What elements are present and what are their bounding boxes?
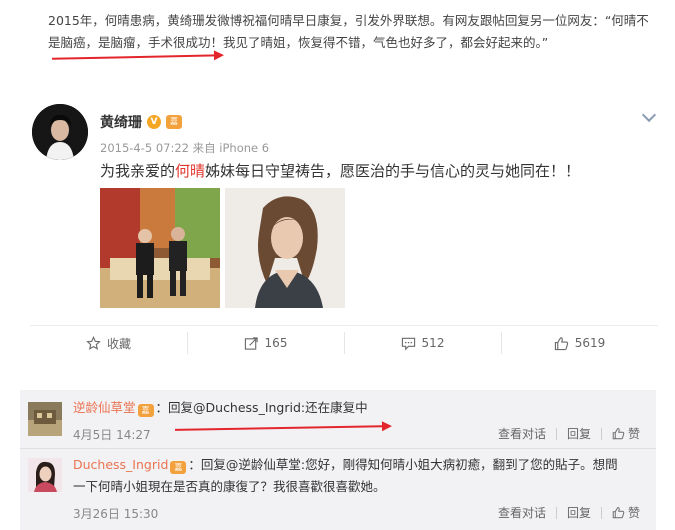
post-photo-2[interactable] <box>225 188 345 308</box>
photo-1-image <box>100 188 220 308</box>
collect-button[interactable]: 收藏 <box>30 326 187 360</box>
annotation-arrow-top <box>51 54 223 60</box>
comments-section: 逆龄仙草堂嘉：回复@Duchess_Ingrid:还在康复中 4月5日 14:2… <box>20 390 656 530</box>
comment-text: Duchess_Ingrid 嘉：回复@逆龄仙草堂:您好，剛得知何晴小姐大病初癒，… <box>73 454 643 498</box>
comment-count: 512 <box>421 336 445 350</box>
star-icon <box>86 335 101 350</box>
comment-actions: 查看对话 回复 赞 <box>498 425 640 442</box>
avatar[interactable] <box>32 104 88 160</box>
comment-avatar-image <box>28 402 62 436</box>
comment-time: 3月26日 15:30 <box>73 507 159 521</box>
medal-icon[interactable]: 嘉 <box>137 404 154 417</box>
thumbs-up-icon <box>554 336 568 350</box>
comment-avatar[interactable] <box>28 458 62 492</box>
post-content-after: 姊妹每日守望祷告，愿医治的手与信心的灵与她同在！！ <box>205 162 581 180</box>
comment-like-button[interactable]: 赞 <box>612 504 640 521</box>
divider <box>555 427 557 440</box>
verified-icon: V <box>147 115 161 129</box>
comment-avatar-image <box>28 458 62 492</box>
repost-button[interactable]: 165 <box>187 326 344 360</box>
comment-like-label: 赞 <box>627 506 640 520</box>
post-meta: 2015-4-5 07:22 来自 iPhone 6 <box>100 141 270 155</box>
comment-text: 逆龄仙草堂嘉：回复@Duchess_Ingrid:还在康复中 <box>73 397 643 419</box>
reply-link[interactable]: 回复 <box>567 504 591 521</box>
divider <box>600 427 602 440</box>
like-count: 5619 <box>574 336 606 350</box>
divider <box>20 448 656 449</box>
comment-actions: 查看对话 回复 赞 <box>498 504 640 521</box>
thumbs-up-icon <box>612 428 625 440</box>
article-text: 2015年，何晴患病，黄绮珊发微博祝福何晴早日康复，引发外界联想。有网友跟帖回复… <box>48 10 668 54</box>
medal-icon[interactable]: 嘉 <box>166 115 182 129</box>
post-author-row: 黄绮珊 V 嘉 <box>100 112 182 132</box>
comment-like-button[interactable]: 赞 <box>612 425 640 442</box>
like-button[interactable]: 5619 <box>501 326 658 360</box>
divider <box>555 506 557 519</box>
post-content-highlight[interactable]: 何晴 <box>175 162 205 180</box>
post-content-before: 为我亲爱的 <box>100 162 176 180</box>
article-line-1: 2015年，何晴患病，黄绮珊发微博祝福何晴早日康复，引发外界联想。有网友跟帖回复… <box>48 13 649 28</box>
post-username[interactable]: 黄绮珊 <box>100 112 142 132</box>
divider <box>600 506 602 519</box>
comment-avatar[interactable] <box>28 402 62 436</box>
post-action-bar: 收藏 165 512 5619 <box>30 325 658 360</box>
comment-button[interactable]: 512 <box>344 326 501 360</box>
chevron-down-icon[interactable] <box>641 107 657 123</box>
repost-icon <box>244 336 258 350</box>
post-photo-1[interactable] <box>100 188 220 308</box>
thumbs-up-icon <box>612 507 625 519</box>
reply-link[interactable]: 回复 <box>567 425 591 442</box>
post-content: 为我亲爱的何晴姊妹每日守望祷告，愿医治的手与信心的灵与她同在！！ <box>100 160 580 181</box>
comment-body: ：回复@逆龄仙草堂:您好，剛得知何晴小姐大病初癒，翻到了您的貼子。想問 <box>188 457 618 472</box>
medal-icon[interactable]: 嘉 <box>170 461 187 474</box>
photo-2-image <box>225 188 345 308</box>
repost-count: 165 <box>264 336 288 350</box>
view-conversation-link[interactable]: 查看对话 <box>498 504 546 521</box>
comment-like-label: 赞 <box>627 427 640 441</box>
view-conversation-link[interactable]: 查看对话 <box>498 425 546 442</box>
article-line-2: 是脑癌，是脑瘤，手术很成功！我见了晴姐，恢复得不错，气色也好多了，都会好起来的。… <box>48 35 549 50</box>
collect-label: 收藏 <box>106 336 131 351</box>
comment-username[interactable]: Duchess_Ingrid <box>73 457 168 472</box>
comment-body-line-2: 一下何晴小姐現在是否真的康復了？我很喜歡很喜歡她。 <box>73 479 386 494</box>
comment-icon <box>401 337 415 350</box>
comment-time: 4月5日 14:27 <box>73 428 151 442</box>
comment-body: ：回复@Duchess_Ingrid:还在康复中 <box>155 400 368 415</box>
comment-username[interactable]: 逆龄仙草堂 <box>73 400 136 415</box>
avatar-image <box>32 104 88 160</box>
